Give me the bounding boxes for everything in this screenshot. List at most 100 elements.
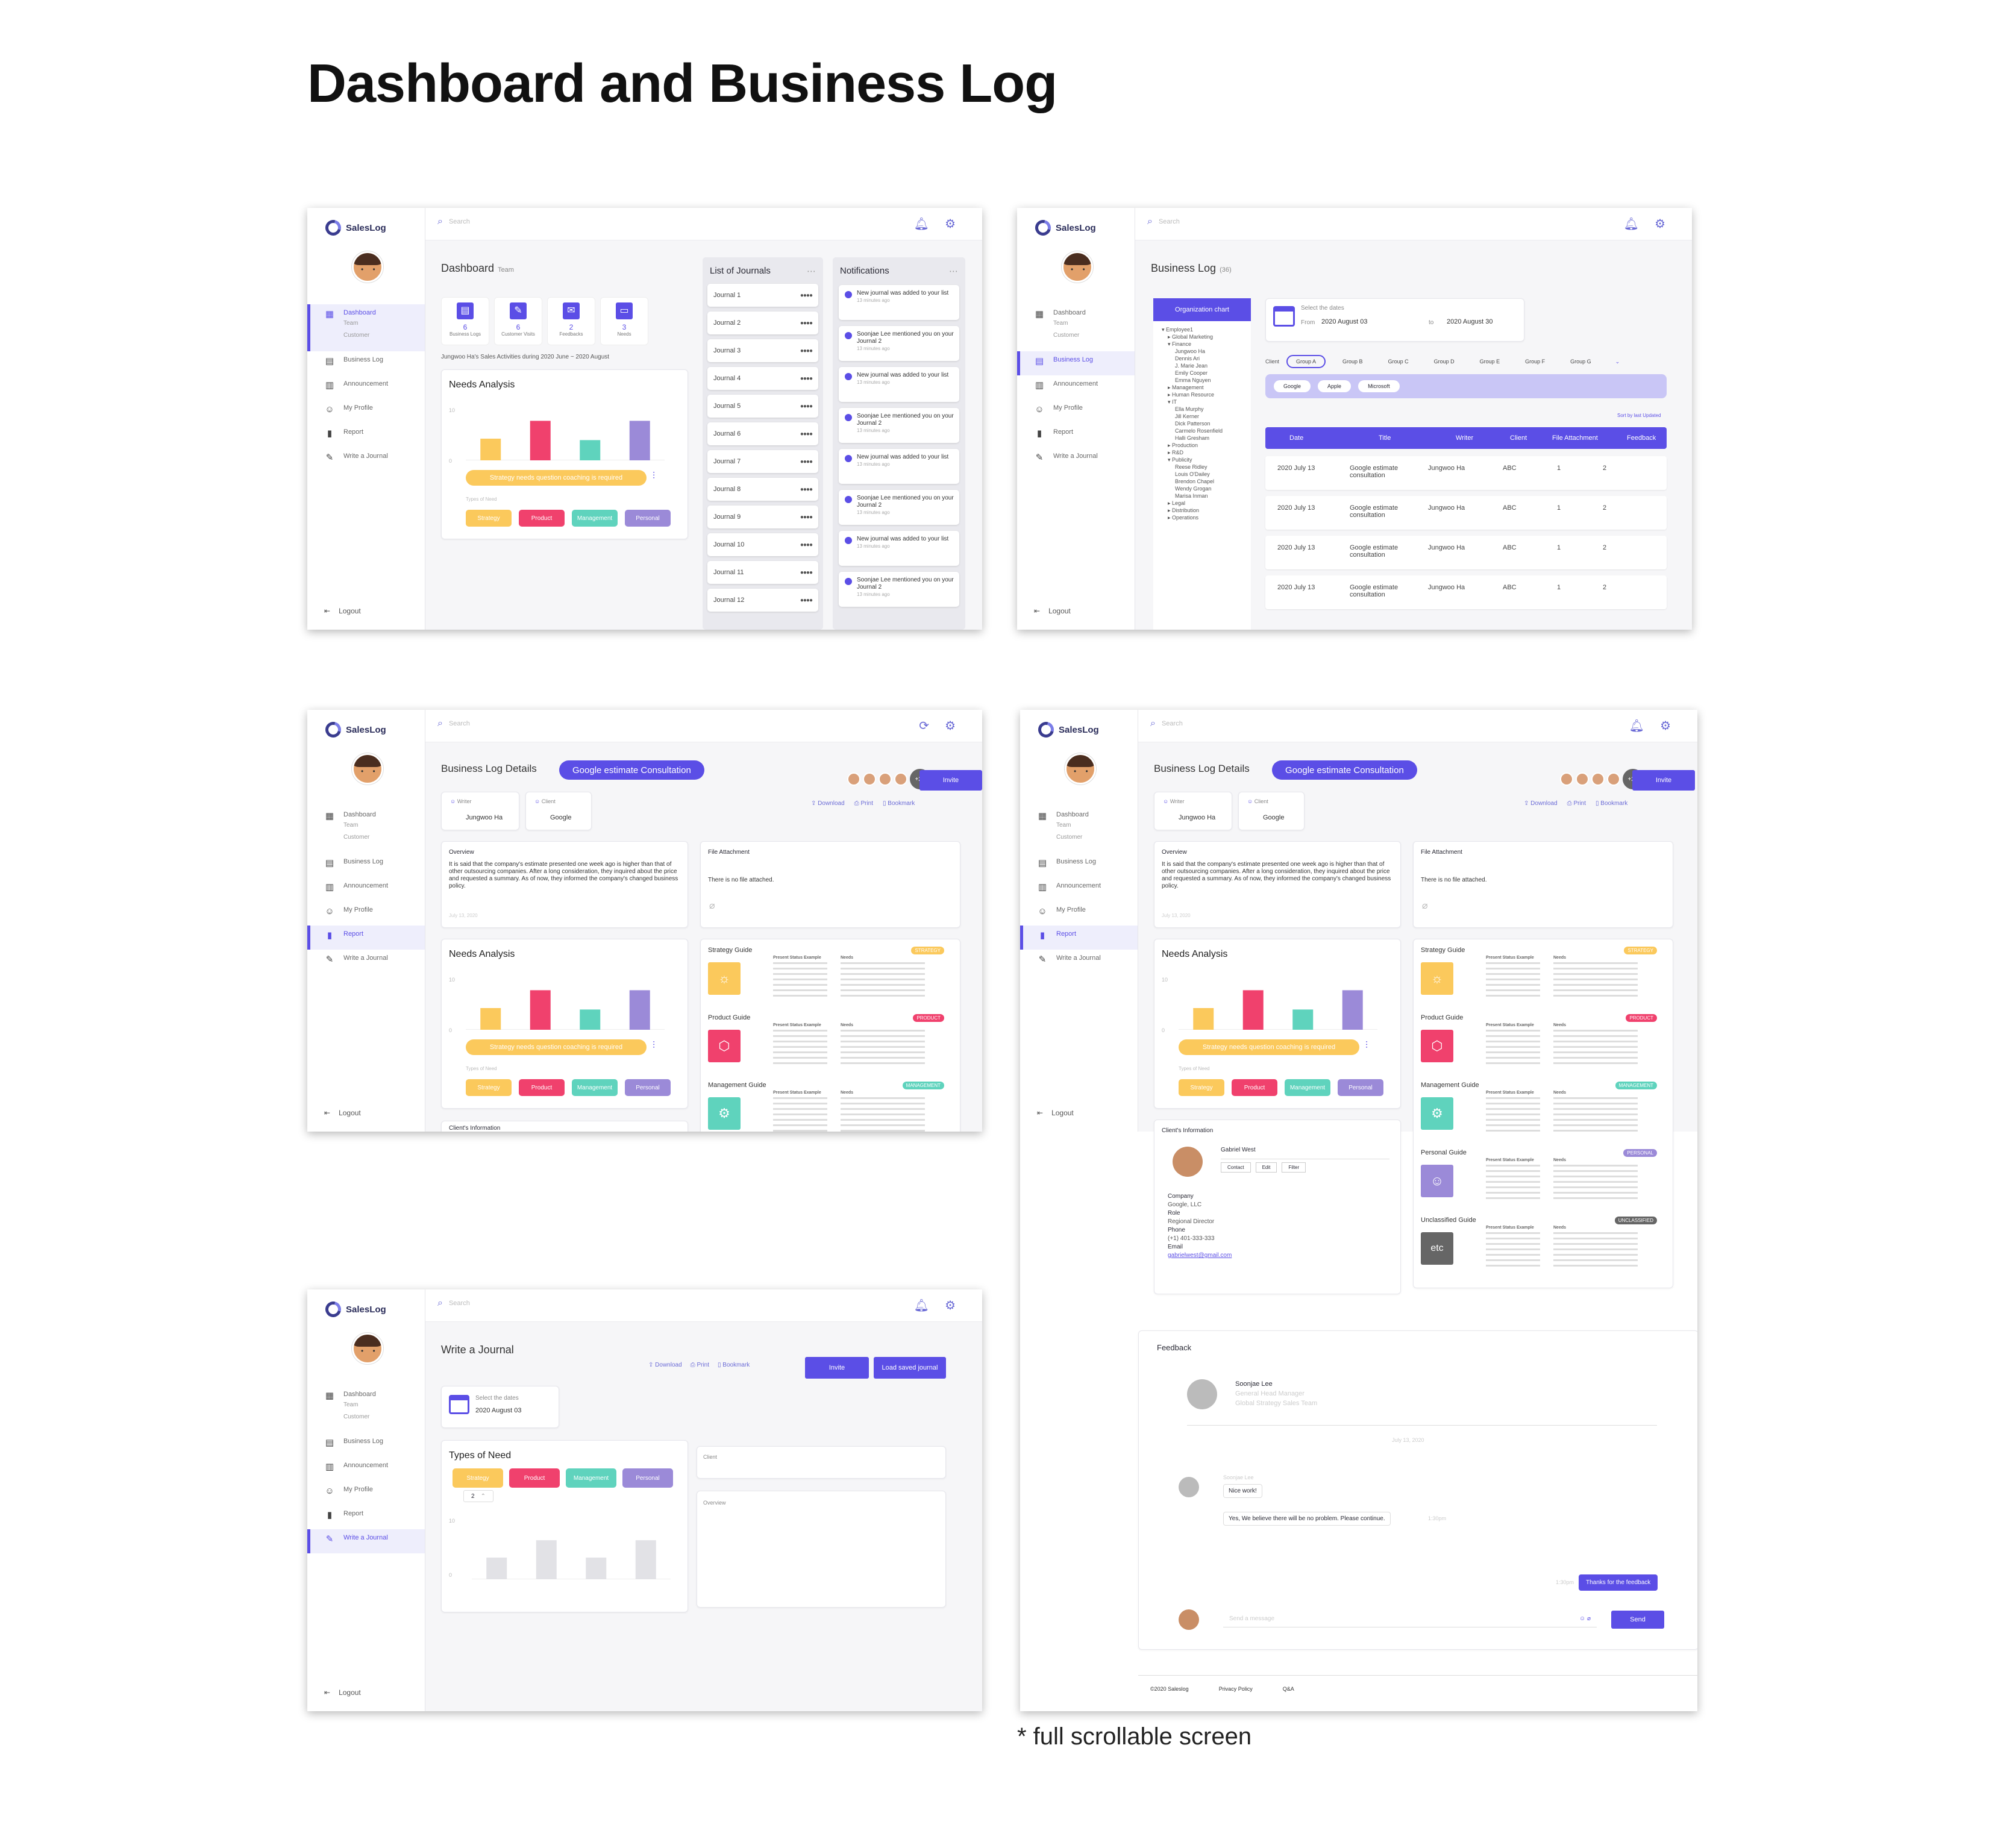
sidebar-item-report[interactable]: ▮ Report xyxy=(307,424,425,448)
list-item[interactable]: Journal 2 ●●●● xyxy=(707,312,818,334)
type-management[interactable]: Management xyxy=(572,1079,618,1096)
chart-bar[interactable] xyxy=(530,990,551,1030)
client-tag[interactable]: Apple xyxy=(1318,380,1352,392)
list-item[interactable]: Journal 12 ●●●● xyxy=(707,589,818,612)
tree-node[interactable]: Reese Ridley xyxy=(1162,463,1223,471)
col-title[interactable]: Title xyxy=(1379,434,1391,442)
sidebar-item-write-journal[interactable]: ✎ Write a Journal xyxy=(307,448,425,472)
print-button[interactable]: ⎙ Print xyxy=(1567,800,1586,807)
type-strategy[interactable]: Strategy xyxy=(466,1079,512,1096)
search-input[interactable]: ⌕ Search xyxy=(437,1298,470,1309)
invite-button[interactable]: Invite xyxy=(1632,770,1695,791)
filter-icon[interactable]: ⫶ xyxy=(653,1041,655,1051)
tree-node[interactable]: ▸ Distribution xyxy=(1162,507,1223,514)
list-item[interactable]: Journal 4 ●●●● xyxy=(707,367,818,390)
sidebar-subitem-customer[interactable]: Customer xyxy=(343,1412,376,1422)
tree-node[interactable]: ▸ Global Marketing xyxy=(1162,333,1223,340)
bookmark-button[interactable]: ▯ Bookmark xyxy=(883,800,915,807)
type-personal[interactable]: Personal xyxy=(622,1468,673,1488)
send-button[interactable]: Send xyxy=(1611,1611,1664,1629)
sidebar-item-my-profile[interactable]: ☺ My Profile xyxy=(1020,901,1138,926)
sidebar-item-write-journal[interactable]: ✎ Write a Journal xyxy=(307,1529,425,1553)
more-icon[interactable]: ⋯ xyxy=(807,266,816,277)
logout-button[interactable]: ⇤ Logout xyxy=(324,607,361,615)
avatar[interactable] xyxy=(352,251,383,283)
chart-bar[interactable] xyxy=(486,1558,507,1579)
bell-icon[interactable]: 🔔︎ xyxy=(1629,718,1644,733)
chart-bar[interactable] xyxy=(530,421,551,460)
app-logo[interactable]: SalesLog xyxy=(1035,719,1099,741)
logout-button[interactable]: ⇤ Logout xyxy=(324,1688,361,1697)
table-row[interactable]: 2020 July 13 Google estimate consultation… xyxy=(1265,536,1667,569)
type-product[interactable]: Product xyxy=(509,1468,560,1488)
tree-node[interactable]: Wendy Grogan xyxy=(1162,485,1223,492)
tree-node[interactable]: ▾ IT xyxy=(1162,398,1223,406)
chart-bar[interactable] xyxy=(1292,1009,1314,1030)
sidebar-subitem-team[interactable]: Team xyxy=(343,319,376,328)
bell-icon[interactable]: 🔔︎ xyxy=(914,1298,929,1313)
participant-avatars[interactable]: +25 xyxy=(1560,769,1643,789)
stat-needs[interactable]: ▭ 3 Needs xyxy=(600,297,648,345)
sidebar-subitem-customer[interactable]: Customer xyxy=(343,331,376,340)
sidebar-item-announcement[interactable]: ▥ Announcement xyxy=(307,1457,425,1481)
type-personal[interactable]: Personal xyxy=(625,1079,671,1096)
avatar[interactable] xyxy=(352,1333,383,1364)
type-management[interactable]: Management xyxy=(572,510,618,527)
group-tag[interactable]: Group F xyxy=(1517,356,1553,367)
paperclip-icon[interactable]: ⌀ xyxy=(1422,900,1428,912)
sidebar-subitem-customer[interactable]: Customer xyxy=(343,833,376,842)
sidebar-item-announcement[interactable]: ▥ Announcement xyxy=(307,375,425,399)
tree-node[interactable]: Ella Murphy xyxy=(1162,406,1223,413)
sidebar-item-write-journal[interactable]: ✎ Write a Journal xyxy=(1020,950,1138,974)
app-logo[interactable]: SalesLog xyxy=(1032,217,1096,239)
email-link[interactable]: gabrielwest@gmail.com xyxy=(1168,1251,1232,1260)
print-button[interactable]: ⎙ Print xyxy=(854,800,873,807)
notification-item[interactable]: Soonjae Lee mentioned you on your Journa… xyxy=(839,572,959,607)
sidebar-item-my-profile[interactable]: ☺ My Profile xyxy=(1017,399,1135,424)
refresh-icon[interactable]: ⟳ xyxy=(919,718,929,733)
list-item[interactable]: Journal 7 ●●●● xyxy=(707,450,818,473)
client-tag[interactable]: Microsoft xyxy=(1358,380,1400,392)
tree-node[interactable]: Carmelo Rosenfield xyxy=(1162,427,1223,434)
chart-bar[interactable] xyxy=(586,1558,607,1579)
sidebar-subitem-team[interactable]: Team xyxy=(343,1400,376,1410)
sort-link[interactable]: Sort by last Updated xyxy=(1617,413,1661,418)
print-button[interactable]: ⎙ Print xyxy=(691,1362,709,1368)
col-file[interactable]: File Attachment xyxy=(1552,434,1598,442)
tree-node[interactable]: Jungwoo Ha xyxy=(1162,348,1223,355)
sidebar-subitem-customer[interactable]: Customer xyxy=(1056,833,1089,842)
gear-icon[interactable]: ⚙ xyxy=(1655,216,1665,231)
col-writer[interactable]: Writer xyxy=(1456,434,1473,442)
type-product[interactable]: Product xyxy=(519,510,565,527)
list-item[interactable]: Journal 1 ●●●● xyxy=(707,284,818,307)
avatar[interactable] xyxy=(1062,251,1093,283)
list-item[interactable]: Journal 9 ●●●● xyxy=(707,506,818,528)
sidebar-item-dashboard[interactable]: ▦ Dashboard Team Customer xyxy=(307,806,425,853)
table-row[interactable]: 2020 July 13 Google estimate consultation… xyxy=(1265,496,1667,530)
to-date[interactable]: 2020 August 30 xyxy=(1447,318,1493,325)
chart-bar[interactable] xyxy=(629,990,650,1030)
from-date[interactable]: 2020 August 03 xyxy=(1321,318,1367,325)
sidebar-item-business-log[interactable]: ▤ Business Log xyxy=(307,853,425,877)
list-item[interactable]: Journal 6 ●●●● xyxy=(707,422,818,445)
sidebar-item-dashboard[interactable]: ▦ Dashboard Team Customer xyxy=(307,1386,425,1433)
gear-icon[interactable]: ⚙ xyxy=(1660,718,1671,733)
app-logo[interactable]: SalesLog xyxy=(322,719,386,741)
gear-icon[interactable]: ⚙ xyxy=(945,216,956,231)
bookmark-button[interactable]: ▯ Bookmark xyxy=(718,1362,750,1368)
gear-icon[interactable]: ⚙ xyxy=(945,718,956,733)
stat-feedbacks[interactable]: ✉ 2 Feedbacks xyxy=(547,297,595,345)
invite-button[interactable]: Invite xyxy=(805,1357,869,1379)
list-item[interactable]: Journal 10 ●●●● xyxy=(707,533,818,556)
chart-bar[interactable] xyxy=(480,439,501,460)
group-tag[interactable]: Group C xyxy=(1380,356,1417,367)
notification-item[interactable]: New journal was added to your list 13 min… xyxy=(839,285,959,320)
logout-button[interactable]: ⇤ Logout xyxy=(1034,607,1071,615)
download-button[interactable]: ⇪ Download xyxy=(648,1362,682,1368)
chevron-down-icon[interactable]: ⌄ xyxy=(1615,359,1620,365)
sidebar-subitem-team[interactable]: Team xyxy=(343,821,376,830)
sidebar-item-report[interactable]: ▮ Report xyxy=(307,926,425,950)
app-logo[interactable]: SalesLog xyxy=(322,217,386,239)
search-input[interactable]: ⌕ Search xyxy=(437,718,470,729)
list-item[interactable]: Journal 8 ●●●● xyxy=(707,478,818,501)
